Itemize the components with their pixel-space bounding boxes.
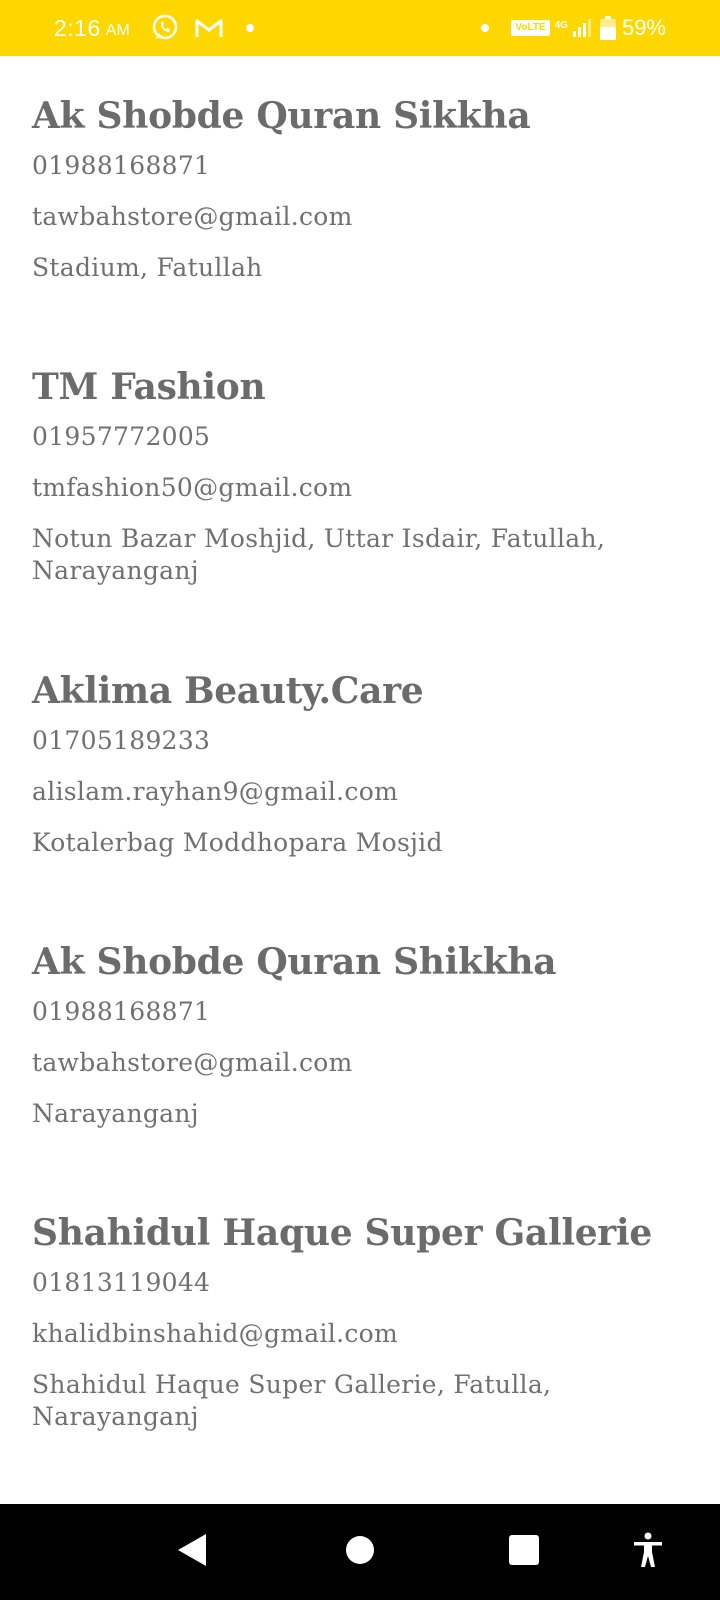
network-type: 4G xyxy=(554,19,568,31)
accessibility-icon xyxy=(631,1532,665,1572)
list-item[interactable]: Ak Shobde Quran Sikkha 01988168871 tawba… xyxy=(32,94,692,284)
entry-phone[interactable]: 01957772005 xyxy=(32,421,692,453)
home-icon xyxy=(345,1535,375,1569)
contact-list[interactable]: Ak Shobde Quran Sikkha 01988168871 tawba… xyxy=(0,56,720,1504)
entry-phone[interactable]: 01705189233 xyxy=(32,725,692,757)
entry-email[interactable]: tawbahstore@gmail.com xyxy=(32,201,692,233)
entry-email[interactable]: tmfashion50@gmail.com xyxy=(32,472,692,504)
entry-email[interactable]: alislam.rayhan9@gmail.com xyxy=(32,776,692,808)
entry-phone[interactable]: 01813119044 xyxy=(32,1267,692,1299)
status-bar: 2:16 AM VoLTE 4G 59% xyxy=(0,0,720,56)
battery-icon xyxy=(599,16,616,40)
signal-icon xyxy=(572,18,592,38)
entry-address: Stadium, Fatullah xyxy=(32,253,263,282)
entry-name: TM Fashion xyxy=(32,366,266,408)
home-button[interactable] xyxy=(320,1504,400,1600)
back-button[interactable] xyxy=(152,1504,232,1600)
status-bar-right: VoLTE 4G 59% xyxy=(481,0,666,56)
entry-email[interactable]: tawbahstore@gmail.com xyxy=(32,1047,692,1079)
accessibility-button[interactable] xyxy=(608,1504,688,1600)
entry-name: Aklima Beauty.Care xyxy=(32,670,424,712)
recents-icon xyxy=(508,1534,540,1570)
entry-name: Shahidul Haque Super Gallerie xyxy=(32,1212,652,1254)
notification-dot-icon xyxy=(481,24,490,32)
entry-address: Narayanganj xyxy=(32,1099,199,1128)
battery-percent: 59% xyxy=(621,15,666,40)
entry-name: Ak Shobde Quran Sikkha xyxy=(32,95,531,137)
notification-dot-icon xyxy=(245,24,254,32)
entry-address: Shahidul Haque Super Gallerie, Fatulla, … xyxy=(32,1370,552,1431)
gmail-icon xyxy=(194,16,224,40)
status-ampm: AM xyxy=(105,22,130,39)
status-bar-left: 2:16 AM xyxy=(54,0,254,56)
navigation-bar xyxy=(0,1504,720,1600)
list-item[interactable]: Shahidul Haque Super Gallerie 0181311904… xyxy=(32,1211,692,1433)
volte-badge: VoLTE xyxy=(511,20,550,36)
entry-email[interactable]: khalidbinshahid@gmail.com xyxy=(32,1318,692,1350)
entry-phone[interactable]: 01988168871 xyxy=(32,150,692,182)
entry-name: Ak Shobde Quran Shikkha xyxy=(32,941,557,983)
entry-address: Kotalerbag Moddhopara Mosjid xyxy=(32,828,443,857)
list-item[interactable]: TM Fashion 01957772005 tmfashion50@gmail… xyxy=(32,365,692,587)
back-icon xyxy=(176,1533,208,1571)
list-item[interactable]: Ak Shobde Quran Shikkha 01988168871 tawb… xyxy=(32,940,692,1130)
entry-address: Notun Bazar Moshjid, Uttar Isdair, Fatul… xyxy=(32,524,606,585)
recents-button[interactable] xyxy=(484,1504,564,1600)
status-time: 2:16 xyxy=(54,14,101,41)
whatsapp-icon xyxy=(150,13,180,43)
list-item[interactable]: Aklima Beauty.Care 01705189233 alislam.r… xyxy=(32,669,692,859)
entry-phone[interactable]: 01988168871 xyxy=(32,996,692,1028)
